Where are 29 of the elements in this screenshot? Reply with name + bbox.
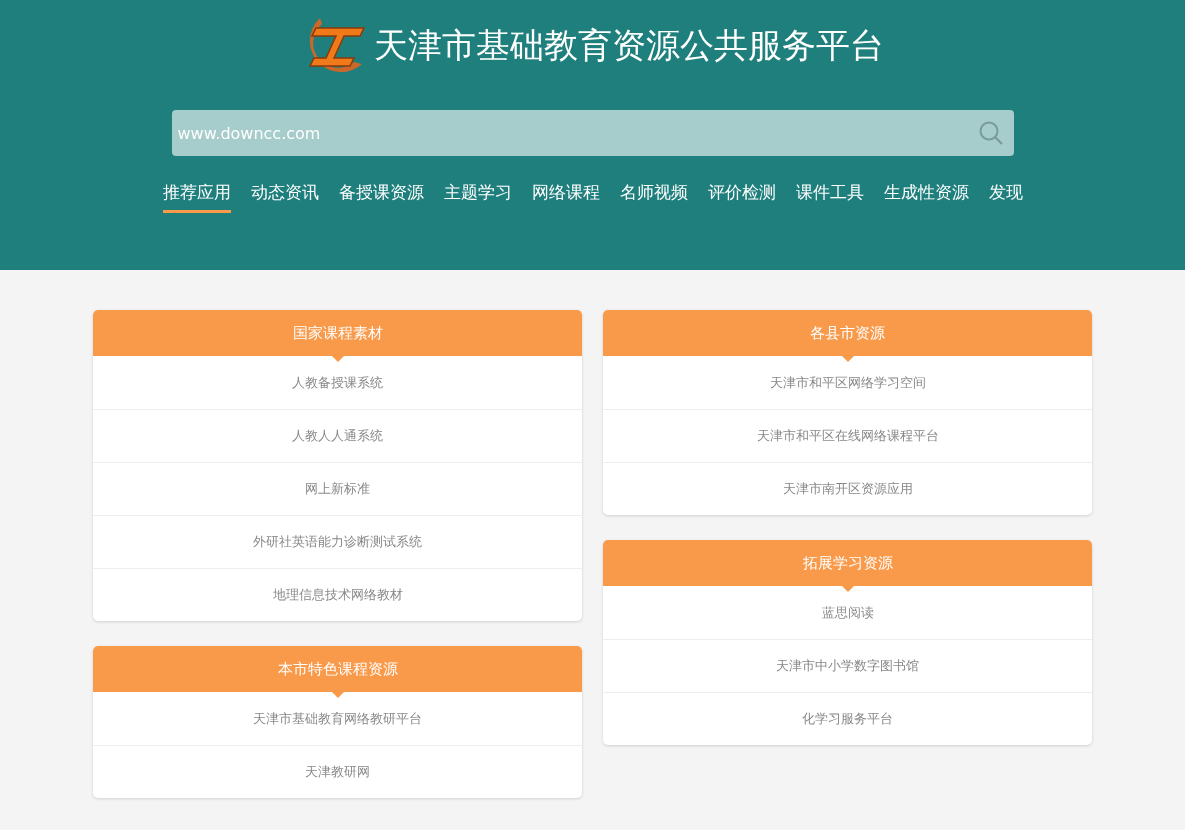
nav-tab[interactable]: 课件工具: [795, 180, 864, 213]
nav-tab[interactable]: 备授课资源: [338, 180, 424, 213]
site-title: 天津市基础教育资源公共服务平台: [373, 28, 884, 62]
resource-link[interactable]: 天津市和平区在线网络课程平台: [603, 409, 1092, 462]
nav-tab[interactable]: 推荐应用: [162, 180, 231, 213]
search-icon[interactable]: [977, 120, 1004, 146]
resource-link[interactable]: 天津市中小学数字图书馆: [603, 639, 1092, 692]
nav-tab[interactable]: 名师视频: [619, 180, 688, 213]
resource-link[interactable]: 外研社英语能力诊断测试系统: [93, 515, 582, 568]
resource-link[interactable]: 地理信息技术网络教材: [93, 568, 582, 621]
resource-link[interactable]: 天津教研网: [93, 745, 582, 798]
resource-link[interactable]: 天津市南开区资源应用: [603, 462, 1092, 515]
nav-tab[interactable]: 网络课程: [531, 180, 600, 213]
resource-link[interactable]: 网上新标准: [93, 462, 582, 515]
panel-title: 国家课程素材: [292, 322, 383, 344]
panel-title: 各县市资源: [810, 322, 885, 344]
nav-tab[interactable]: 评价检测: [707, 180, 776, 213]
resource-link[interactable]: 蓝思阅读: [603, 586, 1092, 639]
nav-tab[interactable]: 动态资讯: [250, 180, 319, 213]
resource-link[interactable]: 天津市和平区网络学习空间: [603, 356, 1092, 409]
resource-link[interactable]: 人教备授课系统: [93, 356, 582, 409]
resource-link[interactable]: 化学习服务平台: [603, 692, 1092, 745]
nav-tab[interactable]: 生成性资源: [883, 180, 969, 213]
nav-tab[interactable]: 主题学习: [443, 180, 512, 213]
nav-tab[interactable]: 发现: [988, 180, 1023, 213]
resource-link[interactable]: 人教人人通系统: [93, 409, 582, 462]
panel-title: 本市特色课程资源: [277, 658, 398, 680]
resource-link[interactable]: 天津市基础教育网络教研平台: [93, 692, 582, 745]
panel-title: 拓展学习资源: [802, 552, 893, 574]
